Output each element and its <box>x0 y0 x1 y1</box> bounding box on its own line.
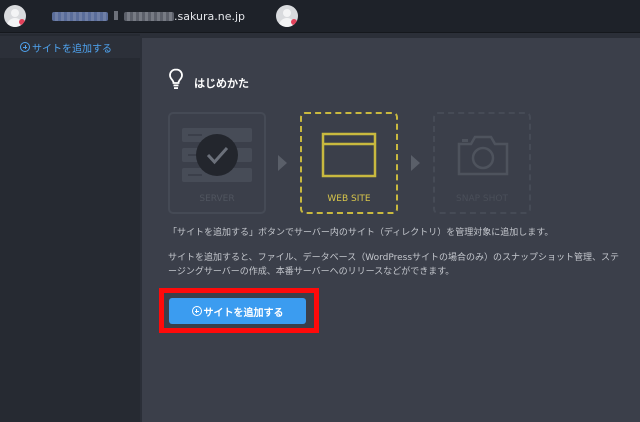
plus-circle-icon <box>191 306 202 316</box>
add-site-button[interactable]: サイトを追加する <box>169 298 306 324</box>
add-site-button-label: サイトを追加する <box>203 307 284 319</box>
sidebar-item-label: サイトを追加する <box>32 43 112 55</box>
step-label: SNAP SHOT <box>456 194 508 204</box>
blurred-host-prefix <box>124 12 174 21</box>
arrow-right-icon <box>411 155 420 171</box>
sidebar-add-site[interactable]: サイトを追加する <box>0 36 140 58</box>
check-icon <box>196 134 238 176</box>
browser-window-icon <box>321 132 377 178</box>
section-title: はじめかた <box>194 77 249 90</box>
step-label: WEB SITE <box>327 194 371 204</box>
step-label: SERVER <box>199 194 235 204</box>
blurred-account-name <box>52 12 108 21</box>
user-avatar[interactable] <box>4 5 26 27</box>
notification-dot <box>19 19 25 25</box>
top-bar: .sakura.ne.jp <box>0 0 640 33</box>
camera-icon <box>457 135 509 176</box>
description-text: 「サイトを追加する」ボタンでサーバー内のサイト（ディレクトリ）を管理対象に追加し… <box>168 228 554 238</box>
step-snapshot: SNAP SHOT <box>433 112 531 214</box>
notification-dot <box>291 19 297 25</box>
sidebar: サイトを追加する <box>0 34 140 422</box>
account-avatar[interactable] <box>276 5 298 27</box>
lightbulb-icon <box>169 68 183 89</box>
host-name: .sakura.ne.jp <box>174 10 246 23</box>
plus-circle-icon <box>20 42 30 52</box>
getting-started-panel: はじめかた SERVER WEB SITE SNAP SHOT 「サイトを追加す… <box>142 38 640 422</box>
blurred-separator <box>114 11 118 20</box>
description-text: サイトを追加すると、ファイル、データベース（WordPressサイトの場合のみ）… <box>168 253 620 277</box>
step-server: SERVER <box>168 112 266 214</box>
step-website: WEB SITE <box>300 112 398 214</box>
arrow-right-icon <box>278 155 287 171</box>
